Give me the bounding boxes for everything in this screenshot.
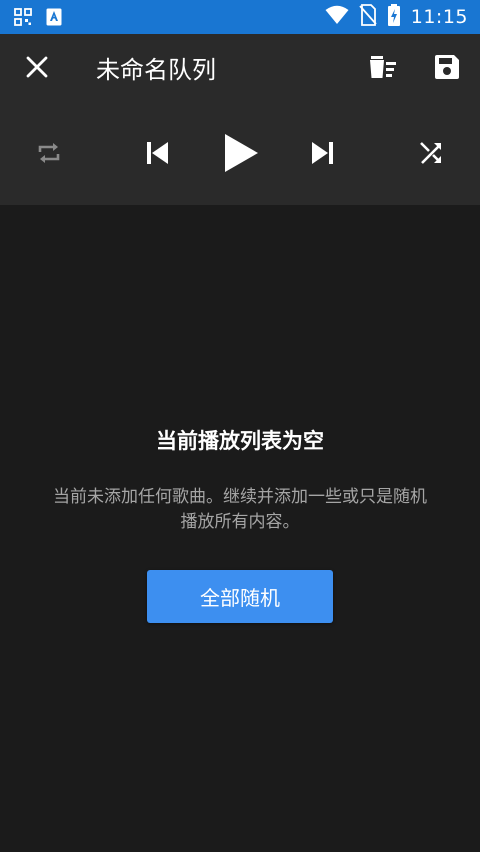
wifi-icon [325, 5, 349, 29]
play-icon [223, 133, 259, 177]
player-header: 未命名队列 [0, 34, 480, 205]
empty-state-title: 当前播放列表为空 [156, 429, 324, 453]
toolbar: 未命名队列 [0, 34, 480, 106]
status-time: 11:15 [410, 6, 468, 28]
previous-button[interactable] [134, 132, 180, 178]
empty-queue-panel: 当前播放列表为空 当前未添加任何歌曲。继续并添加一些或只是随机播放所有内容。 全… [0, 205, 480, 852]
queue-title: 未命名队列 [96, 56, 216, 84]
save-queue-button[interactable] [424, 46, 470, 92]
close-button[interactable] [14, 46, 60, 92]
shuffle-all-button[interactable]: 全部随机 [147, 570, 333, 623]
qr-icon [14, 8, 32, 30]
status-right-icons: 11:15 [325, 0, 468, 34]
status-bar: 11:15 [0, 0, 480, 34]
queue-screen: 11:15 未命名队列 当前播放列表为空 当前未添加任何歌曲。继续并添加一些或只… [0, 0, 480, 852]
empty-state-description: 当前未添加任何歌曲。继续并添加一些或只是随机播放所有内容。 [53, 487, 427, 532]
repeat-button[interactable] [26, 132, 72, 178]
shuffle-icon [418, 140, 444, 170]
save-icon [434, 54, 460, 84]
repeat-icon [36, 140, 62, 170]
play-button[interactable] [212, 126, 270, 184]
clear-queue-icon [368, 54, 398, 84]
shuffle-button[interactable] [408, 132, 454, 178]
status-left-icons [14, 8, 62, 30]
next-button[interactable] [300, 132, 346, 178]
skip-next-icon [310, 140, 336, 170]
clear-queue-button[interactable] [360, 46, 406, 92]
skip-previous-icon [144, 140, 170, 170]
accessibility-icon [46, 8, 62, 30]
playback-controls [0, 122, 480, 188]
close-icon [26, 56, 48, 82]
battery-charging-icon [387, 4, 401, 30]
no-sim-icon [359, 4, 377, 30]
